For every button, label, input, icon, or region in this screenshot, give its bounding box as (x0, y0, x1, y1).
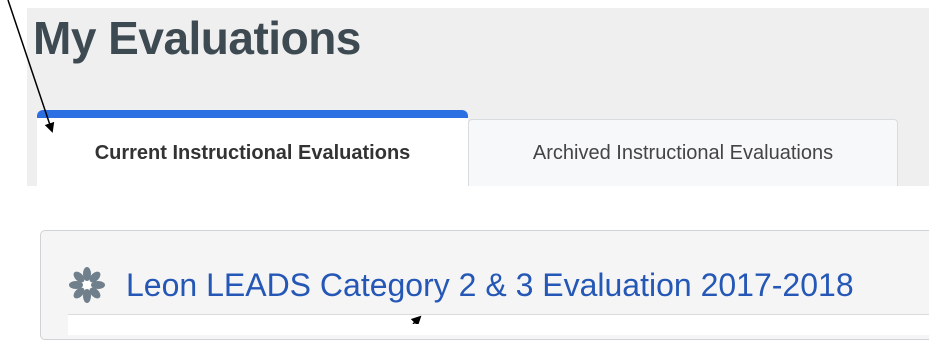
evaluation-card-body (68, 314, 929, 335)
page-title: My Evaluations (33, 12, 361, 64)
tab-current-instructional-evaluations[interactable]: Current Instructional Evaluations (37, 110, 468, 186)
tab-label: Archived Instructional Evaluations (532, 141, 834, 164)
evaluation-link[interactable]: Leon LEADS Category 2 & 3 Evaluation 201… (126, 262, 854, 308)
asterisk-flower-icon (69, 267, 105, 303)
tab-archived-instructional-evaluations[interactable]: Archived Instructional Evaluations (468, 119, 898, 186)
tab-label: Current Instructional Evaluations (94, 141, 411, 164)
